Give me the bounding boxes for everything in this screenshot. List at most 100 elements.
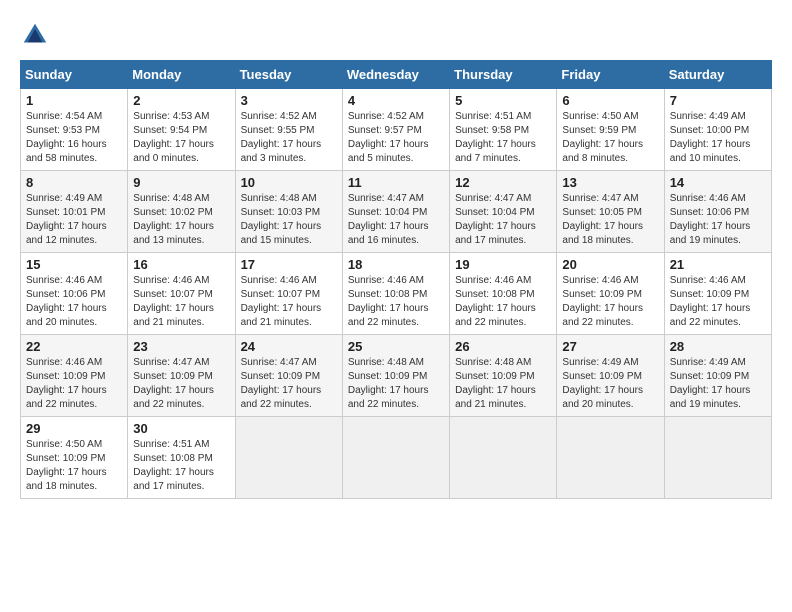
daylight-minutes: and 19 minutes. — [670, 235, 741, 246]
calendar-cell: 6Sunrise: 4:50 AMSunset: 9:59 PMDaylight… — [557, 89, 664, 171]
calendar-week-row: 29Sunrise: 4:50 AMSunset: 10:09 PMDaylig… — [21, 417, 772, 499]
daylight-minutes: and 22 minutes. — [26, 399, 97, 410]
sunrise-line: Sunrise: 4:46 AM — [455, 275, 531, 286]
day-info: Sunrise: 4:53 AM Sunset: 9:54 PM Daylight:… — [133, 110, 229, 166]
calendar-week-row: 1Sunrise: 4:54 AMSunset: 9:53 PMDaylight… — [21, 89, 772, 171]
logo — [20, 20, 54, 50]
sunrise-line: Sunrise: 4:48 AM — [133, 193, 209, 204]
day-info: Sunrise: 4:46 AMSunset: 10:06 PMDaylight… — [670, 192, 766, 248]
sunset-line: Sunset: 10:08 PM — [455, 289, 535, 300]
sunset-line: Sunset: 9:53 PM — [26, 125, 100, 136]
daylight-minutes: and 21 minutes. — [455, 399, 526, 410]
daylight-minutes: and 22 minutes. — [348, 317, 419, 328]
calendar-cell: 3Sunrise: 4:52 AMSunset: 9:55 PMDaylight… — [235, 89, 342, 171]
sunrise-line: Sunrise: 4:47 AM — [241, 357, 317, 368]
sunset-line: Sunset: 9:57 PM — [348, 125, 422, 136]
daylight-minutes: and 18 minutes. — [562, 235, 633, 246]
day-number: 3 — [241, 93, 337, 108]
calendar-cell: 24Sunrise: 4:47 AMSunset: 10:09 PMDaylig… — [235, 335, 342, 417]
day-number: 23 — [133, 339, 229, 354]
calendar-cell: 14 Sunrise: 4:46 AMSunset: 10:06 PMDaylig… — [664, 171, 771, 253]
daylight-line: Daylight: 17 hours — [241, 303, 322, 314]
day-number: 2 — [133, 93, 229, 108]
day-info: Sunrise: 4:46 AMSunset: 10:06 PMDaylight… — [26, 274, 122, 330]
sunset-line: Sunset: 9:58 PM — [455, 125, 529, 136]
day-number: 18 — [348, 257, 444, 272]
daylight-line: Daylight: 17 hours — [26, 385, 107, 396]
sunset-line: Sunset: 10:08 PM — [348, 289, 428, 300]
daylight-line: Daylight: 17 hours — [133, 303, 214, 314]
daylight-line: Daylight: 17 hours — [348, 385, 429, 396]
sunrise-line: Sunrise: 4:49 AM — [670, 111, 746, 122]
day-info: Sunrise: 4:51 AMSunset: 10:08 PMDaylight… — [133, 438, 229, 494]
daylight-line: Daylight: 17 hours — [455, 221, 536, 232]
day-number: 12 — [455, 175, 551, 190]
column-header-saturday: Saturday — [664, 61, 771, 89]
day-info: Sunrise: 4:49 AMSunset: 10:00 PMDaylight… — [670, 110, 766, 166]
day-number: 7 — [670, 93, 766, 108]
day-info: Sunrise: 4:47 AMSunset: 10:04 PMDaylight… — [455, 192, 551, 248]
sunrise-line: Sunrise: 4:48 AM — [455, 357, 531, 368]
sunrise-line: Sunrise: 4:46 AM — [670, 193, 746, 204]
calendar-week-row: 8Sunrise: 4:49 AMSunset: 10:01 PMDayligh… — [21, 171, 772, 253]
sunrise-line: Sunrise: 4:53 AM — [133, 111, 209, 122]
sunrise-line: Sunrise: 4:47 AM — [455, 193, 531, 204]
sunset-line: Sunset: 10:09 PM — [241, 371, 321, 382]
day-number: 29 — [26, 421, 122, 436]
daylight-minutes: and 22 minutes. — [241, 399, 312, 410]
day-info: Sunrise: 4:46 AMSunset: 10:09 PMDaylight… — [562, 274, 658, 330]
day-info: Sunrise: 4:48 AMSunset: 10:09 PMDaylight… — [455, 356, 551, 412]
day-info: Sunrise: 4:47 AMSunset: 10:04 PMDaylight… — [348, 192, 444, 248]
daylight-minutes: and 22 minutes. — [133, 399, 204, 410]
daylight-line: Daylight: 17 hours — [348, 139, 429, 150]
sunset-line: Sunset: 10:02 PM — [133, 207, 213, 218]
daylight-line: Daylight: 17 hours — [133, 221, 214, 232]
sunrise-line: Sunrise: 4:49 AM — [26, 193, 102, 204]
calendar-cell: 9Sunrise: 4:48 AMSunset: 10:02 PMDayligh… — [128, 171, 235, 253]
daylight-line: Daylight: 17 hours — [670, 139, 751, 150]
sunrise-line: Sunrise: 4:49 AM — [562, 357, 638, 368]
daylight-minutes: and 10 minutes. — [670, 153, 741, 164]
sunset-line: Sunset: 9:54 PM — [133, 125, 207, 136]
day-number: 4 — [348, 93, 444, 108]
day-number: 14 — [670, 175, 766, 190]
daylight-minutes: and 21 minutes. — [133, 317, 204, 328]
calendar-week-row: 22 Sunrise: 4:46 AMSunset: 10:09 PMDaylig… — [21, 335, 772, 417]
sunrise-line: Sunrise: 4:48 AM — [241, 193, 317, 204]
daylight-minutes: and 21 minutes. — [241, 317, 312, 328]
daylight-minutes: and 20 minutes. — [562, 399, 633, 410]
day-info: Sunrise: 4:46 AM Sunset: 10:08 PM Daylight… — [455, 274, 551, 330]
calendar-cell — [664, 417, 771, 499]
calendar-cell: 29Sunrise: 4:50 AMSunset: 10:09 PMDaylig… — [21, 417, 128, 499]
daylight-minutes: and 7 minutes. — [455, 153, 521, 164]
daylight-minutes: and 22 minutes. — [562, 317, 633, 328]
column-header-friday: Friday — [557, 61, 664, 89]
day-info: Sunrise: 4:48 AM Sunset: 10:02 PM Daylight… — [133, 192, 229, 248]
sunrise-line: Sunrise: 4:52 AM — [348, 111, 424, 122]
calendar-header-row: SundayMondayTuesdayWednesdayThursdayFrid… — [21, 61, 772, 89]
day-info: Sunrise: 4:46 AMSunset: 10:07 PMDaylight… — [133, 274, 229, 330]
column-header-tuesday: Tuesday — [235, 61, 342, 89]
day-number: 22 — [26, 339, 122, 354]
day-info: Sunrise: 4:46 AMSunset: 10:09 PMDaylight… — [26, 356, 122, 412]
column-header-thursday: Thursday — [450, 61, 557, 89]
day-number: 19 — [455, 257, 551, 272]
calendar-week-row: 15Sunrise: 4:46 AMSunset: 10:06 PMDaylig… — [21, 253, 772, 335]
daylight-line: Daylight: 17 hours — [133, 139, 214, 150]
day-info: Sunrise: 4:50 AMSunset: 9:59 PMDaylight:… — [562, 110, 658, 166]
daylight-line: Daylight: 17 hours — [455, 303, 536, 314]
logo-icon — [20, 20, 50, 50]
daylight-line: Daylight: 17 hours — [670, 385, 751, 396]
daylight-minutes: and 17 minutes. — [455, 235, 526, 246]
sunset-line: Sunset: 10:04 PM — [348, 207, 428, 218]
sunset-line: Sunset: 10:07 PM — [133, 289, 213, 300]
day-number: 5 — [455, 93, 551, 108]
daylight-line: Daylight: 16 hours — [26, 139, 107, 150]
day-info: Sunrise: 4:46 AMSunset: 10:09 PMDaylight… — [670, 274, 766, 330]
sunset-line: Sunset: 10:01 PM — [26, 207, 106, 218]
day-info: Sunrise: 4:52 AM Sunset: 9:57 PM Daylight:… — [348, 110, 444, 166]
calendar-cell: 5Sunrise: 4:51 AMSunset: 9:58 PMDaylight… — [450, 89, 557, 171]
sunset-line: Sunset: 10:09 PM — [26, 453, 106, 464]
daylight-line: Daylight: 17 hours — [562, 303, 643, 314]
sunrise-line: Sunrise: 4:46 AM — [348, 275, 424, 286]
